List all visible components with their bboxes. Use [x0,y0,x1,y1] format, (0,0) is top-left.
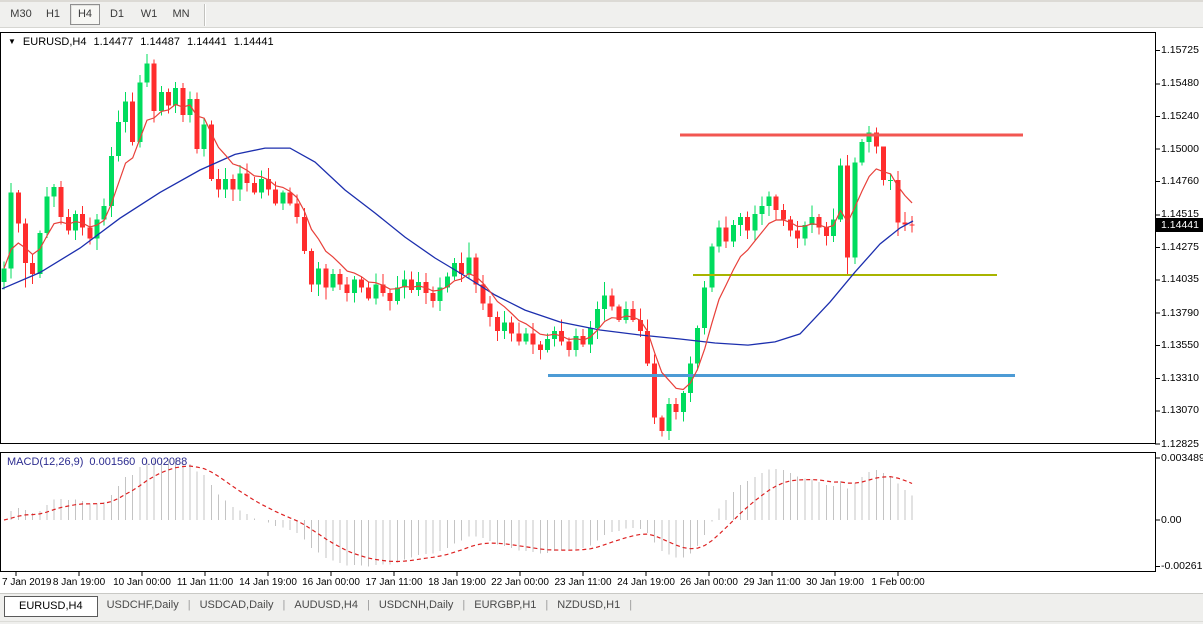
price-axis-label: 1.14035 [1161,273,1199,285]
macd-label: MACD(12,26,9) [7,456,83,468]
price-axis-label: 1.13310 [1161,372,1199,384]
price-axis-label: 1.14275 [1161,241,1199,253]
price-axis-label: 1.13070 [1161,404,1199,416]
time-axis-label: 7 Jan 2019 [2,577,52,588]
chart-tabs-bar: EURUSD,H4USDCHF,Daily|USDCAD,Daily|AUDUS… [0,593,1203,624]
price-axis-label: 1.15000 [1161,143,1199,155]
ohlc-low: 1.14441 [187,36,227,48]
time-axis-label: 11 Jan 11:00 [177,577,233,588]
macd-panel-border [1,453,1156,572]
chart-tab-eurusd-h4[interactable]: EURUSD,H4 [4,596,98,617]
price-axis-label: 1.14760 [1161,175,1199,187]
time-axis-label: 23 Jan 11:00 [554,577,611,588]
time-axis-label: 18 Jan 19:00 [428,577,486,588]
price-axis-label: 1.13550 [1161,339,1199,351]
time-axis-label: 16 Jan 00:00 [302,577,360,588]
symbol-label: EURUSD,H4 [23,36,87,48]
symbol-dropdown-icon[interactable]: ▼ [8,37,16,49]
macd-axis-label: 0.003489 [1161,452,1203,464]
chart-tab-usdcad-daily[interactable]: USDCAD,Daily [191,596,283,615]
chart-tab-nzdusd-h1[interactable]: NZDUSD,H1 [548,596,629,615]
macd-indicator-header: MACD(12,26,9) 0.001560 0.002088 [7,456,187,468]
time-axis-label: 17 Jan 11:00 [365,577,422,588]
price-axis-label: 1.15725 [1161,44,1199,56]
time-axis-label: 29 Jan 11:00 [743,577,800,588]
chart-tab-eurgbp-h1[interactable]: EURGBP,H1 [465,596,545,615]
ohlc-open: 1.14477 [94,36,134,48]
price-axis-label: 1.15240 [1161,110,1199,122]
macd-axis-label: 0.00 [1161,514,1181,526]
chart-ohlc-header: ▼ EURUSD,H4 1.14477 1.14487 1.14441 1.14… [8,36,274,48]
ohlc-close: 1.14441 [234,36,274,48]
time-axis-label: 14 Jan 19:00 [239,577,297,588]
chart-tab-usdcnh-daily[interactable]: USDCNH,Daily [370,596,463,615]
time-axis-label: 1 Feb 00:00 [871,577,924,588]
price-axis-label: 1.15480 [1161,77,1199,89]
tab-separator: | [629,596,632,611]
time-axis-label: 30 Jan 19:00 [806,577,864,588]
trading-terminal-window: M30H1H4D1W1MN ▼ EURUSD,H4 1.14477 1.1448… [0,0,1203,624]
macd-signal-value: 0.002088 [141,456,187,468]
price-chart-canvas[interactable] [0,0,1203,593]
ohlc-high: 1.14487 [140,36,180,48]
time-axis-label: 24 Jan 19:00 [617,577,675,588]
price-axis-label: 1.13790 [1161,307,1199,319]
macd-value: 0.001560 [89,456,135,468]
price-axis-label: 1.12825 [1161,438,1199,450]
time-axis-label: 26 Jan 00:00 [680,577,738,588]
chart-tab-audusd-h4[interactable]: AUDUSD,H4 [285,596,367,615]
time-axis-label: 22 Jan 00:00 [491,577,549,588]
time-axis-label: 10 Jan 00:00 [113,577,171,588]
chart-tab-usdchf-daily[interactable]: USDCHF,Daily [98,596,188,615]
time-axis-label: 8 Jan 19:00 [53,577,105,588]
current-price-badge: 1.14441 [1156,218,1203,232]
macd-axis-label: -0.002617 [1161,560,1203,572]
statusbar-divider [0,621,1203,622]
